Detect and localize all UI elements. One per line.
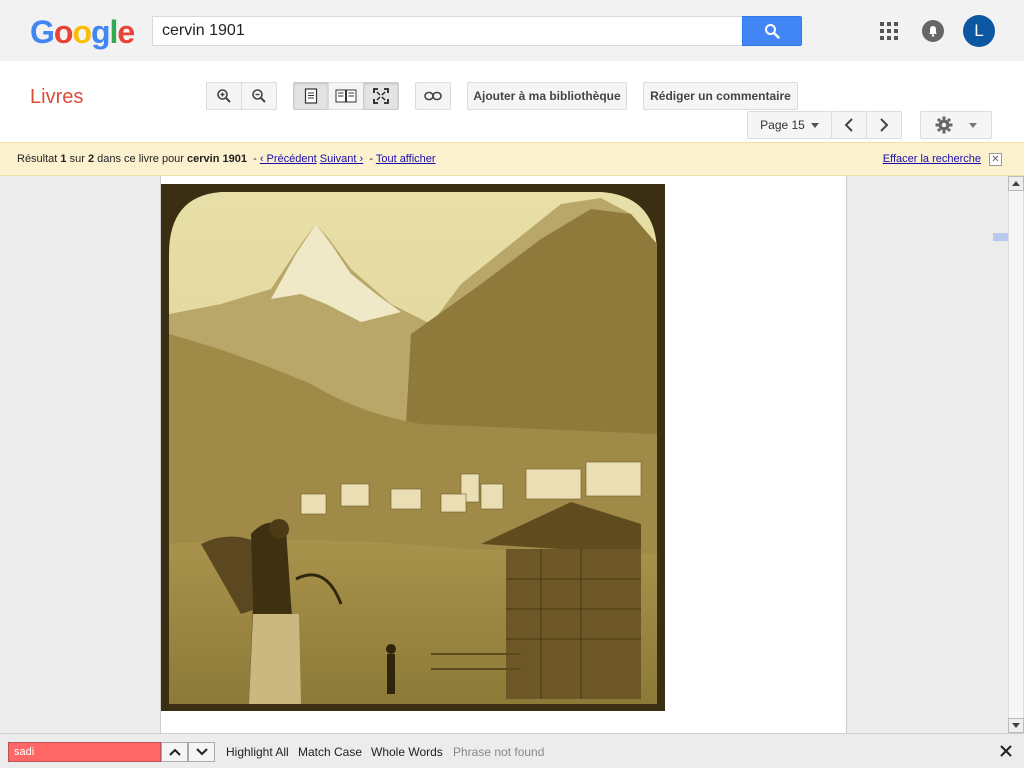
page-selector-label: Page 15 [760,118,805,132]
zoom-out-button[interactable] [241,82,277,110]
two-page-icon [335,89,357,103]
find-input[interactable]: sadi [8,742,161,762]
search-result-bar: Résultat 1 sur 2 dans ce livre pour cerv… [0,142,1024,176]
notifications-icon[interactable] [922,20,944,42]
find-bar: sadi Highlight All Match Case Whole Word… [0,733,1024,768]
result-info: Résultat 1 sur 2 dans ce livre pour cerv… [17,153,436,165]
book-page-photo: 55 [161,184,665,711]
close-icon[interactable]: ✕ [989,153,1002,166]
avatar[interactable]: L [963,15,995,47]
match-case-toggle[interactable]: Match Case [298,745,362,759]
logo-letter: o [72,14,92,50]
logo-letter: G [30,14,55,50]
page-selector[interactable]: Page 15 [747,111,832,139]
zoom-in-button[interactable] [206,82,242,110]
scroll-up-button[interactable] [1008,176,1024,191]
whole-words-toggle[interactable]: Whole Words [371,745,443,759]
link-button[interactable] [415,82,451,110]
vertical-scrollbar[interactable] [1008,191,1024,718]
chevron-down-icon [195,748,208,756]
chevron-left-icon [844,118,853,132]
highlight-all-toggle[interactable]: Highlight All [226,745,289,759]
scroll-down-button[interactable] [1008,718,1024,733]
result-mid: dans ce livre pour [97,153,184,165]
find-next-button[interactable] [188,742,215,762]
chevron-up-icon [168,748,181,756]
write-review-button[interactable]: Rédiger un commentaire [643,82,798,110]
next-page-button[interactable] [866,111,902,139]
settings-button[interactable] [920,111,992,139]
previous-result-link[interactable]: ‹ Précédent [260,153,317,165]
previous-page-button[interactable] [831,111,867,139]
clear-search-link[interactable]: Effacer la recherche [883,153,981,165]
search-input[interactable]: cervin 1901 [152,16,743,46]
result-of: sur [69,153,85,165]
search-icon [765,24,780,39]
single-page-view-button[interactable] [293,82,329,110]
chevron-down-icon [810,122,819,128]
single-page-icon [304,88,318,104]
google-top-bar: Google cervin 1901 L [0,0,1024,61]
add-to-library-button[interactable]: Ajouter à ma bibliothèque [467,82,627,110]
logo-letter: g [90,14,111,50]
result-total: 2 [87,153,95,165]
result-query: cervin 1901 [187,153,247,165]
link-icon [424,91,442,101]
fullscreen-button[interactable] [363,82,399,110]
gear-icon [935,116,953,134]
result-prefix: Résultat [17,153,58,165]
apps-icon[interactable] [880,22,898,40]
close-icon[interactable] [997,742,1015,760]
find-previous-button[interactable] [161,742,188,762]
chevron-down-icon [969,122,977,128]
show-all-link[interactable]: Tout afficher [376,153,436,165]
next-result-link[interactable]: Suivant › [320,153,363,165]
zoom-out-icon [252,89,266,103]
logo-letter: o [53,14,74,50]
livres-brand[interactable]: Livres [30,86,83,109]
page-corner-number: 55 [163,191,185,213]
zoom-in-icon [217,89,231,103]
triangle-down-icon [1012,723,1020,728]
triangle-up-icon [1012,181,1020,186]
separator: - [253,153,257,165]
two-page-view-button[interactable] [328,82,364,110]
search-button[interactable] [742,16,802,46]
scroll-position-marker[interactable] [993,233,1008,241]
separator: - [369,153,373,165]
logo-letter: e [117,14,135,50]
fullscreen-icon [373,88,389,104]
result-current: 1 [60,153,67,165]
google-logo[interactable]: Google [30,14,135,51]
find-status: Phrase not found [453,745,545,759]
chevron-right-icon [880,118,889,132]
